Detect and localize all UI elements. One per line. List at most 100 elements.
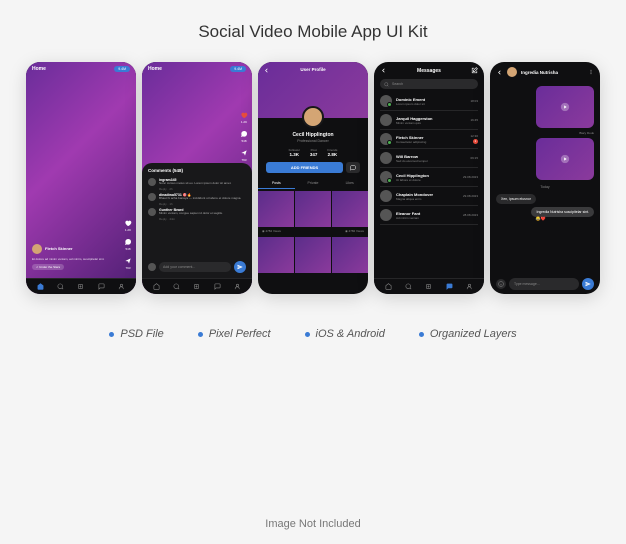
nav-messages-icon[interactable] — [446, 283, 453, 291]
search-input[interactable]: Search — [380, 79, 478, 89]
share-count: 793 — [241, 158, 246, 162]
nav-add-icon[interactable] — [77, 283, 84, 291]
video-message[interactable] — [536, 86, 594, 128]
nav-search-icon[interactable] — [405, 283, 412, 291]
send-button[interactable] — [234, 261, 246, 273]
stat-posts[interactable]: Post347 — [310, 148, 318, 157]
unread-badge: 2 — [473, 139, 478, 144]
tab-private[interactable]: Private — [295, 178, 332, 189]
back-icon[interactable] — [380, 67, 387, 74]
nav-home-icon[interactable] — [37, 283, 44, 291]
share-count: 793 — [125, 266, 130, 270]
screen-comments: Home 9.4M 1.2K 548 793 Comments (548) — [142, 62, 252, 294]
message-button[interactable] — [346, 162, 360, 173]
grid-cell[interactable] — [295, 237, 331, 273]
comment-input[interactable]: Add your comment... — [159, 262, 231, 272]
send-button[interactable] — [582, 278, 594, 290]
view-count: ◉ 4782 Views — [345, 229, 364, 233]
screen-profile: User Profile Cecil Hipplington Professio… — [258, 62, 368, 294]
view-count: ◉ 4782 Views — [262, 229, 281, 233]
nav-home-icon[interactable] — [153, 283, 160, 291]
nav-profile-icon[interactable] — [234, 283, 241, 291]
comment-item[interactable]: Gunther BeardMinim veniam, congue sapien… — [148, 208, 246, 221]
message-preview: Sed do eiusmod tempor — [396, 159, 466, 163]
contact-avatar — [380, 209, 392, 221]
share-button[interactable]: 793 — [240, 149, 248, 162]
grid-cell[interactable] — [295, 191, 331, 227]
author-avatar[interactable] — [32, 244, 42, 254]
contact-avatar — [380, 152, 392, 164]
reaction-icon[interactable]: 😂❤️ — [535, 216, 545, 221]
message-time: 28.08.2023 — [463, 213, 478, 217]
profile-subtitle: Professional Dancer — [258, 139, 368, 143]
message-time: 29.08.2023 — [463, 194, 478, 198]
feature-item: iOS & Android — [305, 328, 385, 340]
incoming-message[interactable]: Xen, ipsum elusnor — [496, 194, 536, 204]
profile-avatar[interactable] — [302, 106, 324, 128]
grid-cell[interactable] — [258, 237, 294, 273]
messages-title: Messages — [417, 68, 441, 74]
comment-avatar — [148, 208, 156, 216]
screen-messages: Messages Search Dominic EmentLorem ipsum… — [374, 62, 484, 294]
back-icon[interactable] — [263, 67, 270, 74]
video-caption: Et dolore ad minim veniam, ad minim, sus… — [32, 257, 118, 261]
stat-followers[interactable]: Follower1.3K — [289, 148, 300, 157]
comment-item[interactable]: dinadiwa5731 🎯🔥Bhaut hi acha banaya — in… — [148, 193, 246, 206]
message-input[interactable]: Type message... — [509, 278, 579, 290]
contact-avatar — [380, 133, 392, 145]
stat-friends[interactable]: Friends2.8K — [327, 148, 337, 157]
back-icon[interactable] — [496, 69, 503, 76]
like-button[interactable]: 1.2K — [124, 219, 132, 232]
message-item[interactable]: Cecil HipplingtonUt labore et dolore29.0… — [380, 168, 478, 187]
nav-profile-icon[interactable] — [118, 283, 125, 291]
more-icon[interactable] — [588, 69, 594, 75]
nav-messages-icon[interactable] — [214, 283, 221, 291]
message-item[interactable]: Eleanor FantAd minim veniam28.08.2023 — [380, 206, 478, 225]
emoji-button[interactable] — [496, 279, 506, 289]
message-item[interactable]: Fletch SkinnerConsectetur adipiscing12:3… — [380, 130, 478, 149]
compose-icon[interactable] — [471, 67, 478, 74]
comment-text: Minim veniam, congue sapien id dolor et … — [159, 212, 246, 216]
grid-cell[interactable] — [258, 191, 294, 227]
music-pill[interactable]: ♫ Under the Stars — [32, 264, 64, 270]
like-count: 1.2K — [241, 120, 247, 124]
feature-item: PSD File — [109, 328, 163, 340]
message-item[interactable]: Jarquil HaggerstonMinim veniam quis16:45 — [380, 111, 478, 130]
message-item[interactable]: Dominic EmentLorem ipsum dolor sit18:03 — [380, 92, 478, 111]
tab-likes[interactable]: Likes — [331, 178, 368, 189]
nav-profile-icon[interactable] — [466, 283, 473, 291]
comment-meta: Reply · 2h — [159, 187, 246, 191]
contact-avatar — [380, 190, 392, 202]
comment-button[interactable]: 548 — [124, 238, 132, 251]
tab-posts[interactable]: Posts — [258, 178, 295, 189]
message-item[interactable]: Chaplain MondoverMagna aliqua enim29.08.… — [380, 187, 478, 206]
author-name[interactable]: Fletch Skinner — [45, 246, 73, 251]
grid-cell[interactable] — [332, 191, 368, 227]
nav-search-icon[interactable] — [57, 283, 64, 291]
comment-meta: Reply · 1h — [159, 202, 246, 206]
nav-home-icon[interactable] — [385, 283, 392, 291]
nav-add-icon[interactable] — [193, 283, 200, 291]
contact-avatar — [380, 95, 392, 107]
comment-button[interactable]: 548 — [240, 130, 248, 143]
message-time: 16:45 — [470, 118, 478, 122]
contact-avatar[interactable] — [507, 67, 517, 77]
comment-item[interactable]: ingram345Nunc cursus metus sit eu. Lorem… — [148, 178, 246, 191]
message-preview: Lorem ipsum dolor sit — [396, 102, 466, 106]
phone-row: Home 9.4M Fletch Skinner Et dolore ad mi… — [26, 62, 600, 294]
outgoing-message[interactable]: Ingredia Nutrisha suscipitelar sint. 😂❤️ — [531, 207, 594, 217]
comments-title: Comments (548) — [148, 168, 246, 173]
features-row: PSD FilePixel PerfectiOS & AndroidOrgani… — [109, 328, 516, 340]
share-button[interactable]: 793 — [124, 257, 132, 270]
add-friends-button[interactable]: ADD FRIENDS — [266, 162, 343, 173]
play-icon — [560, 102, 570, 112]
video-message[interactable] — [536, 138, 594, 180]
nav-search-icon[interactable] — [173, 283, 180, 291]
grid-cell[interactable] — [332, 237, 368, 273]
home-label: Home — [32, 66, 46, 72]
nav-add-icon[interactable] — [425, 283, 432, 291]
message-item[interactable]: Will BarrowSed do eiusmod tempor09:15 — [380, 149, 478, 168]
like-button[interactable]: 1.2K — [240, 111, 248, 124]
nav-messages-icon[interactable] — [98, 283, 105, 291]
comment-avatar — [148, 178, 156, 186]
